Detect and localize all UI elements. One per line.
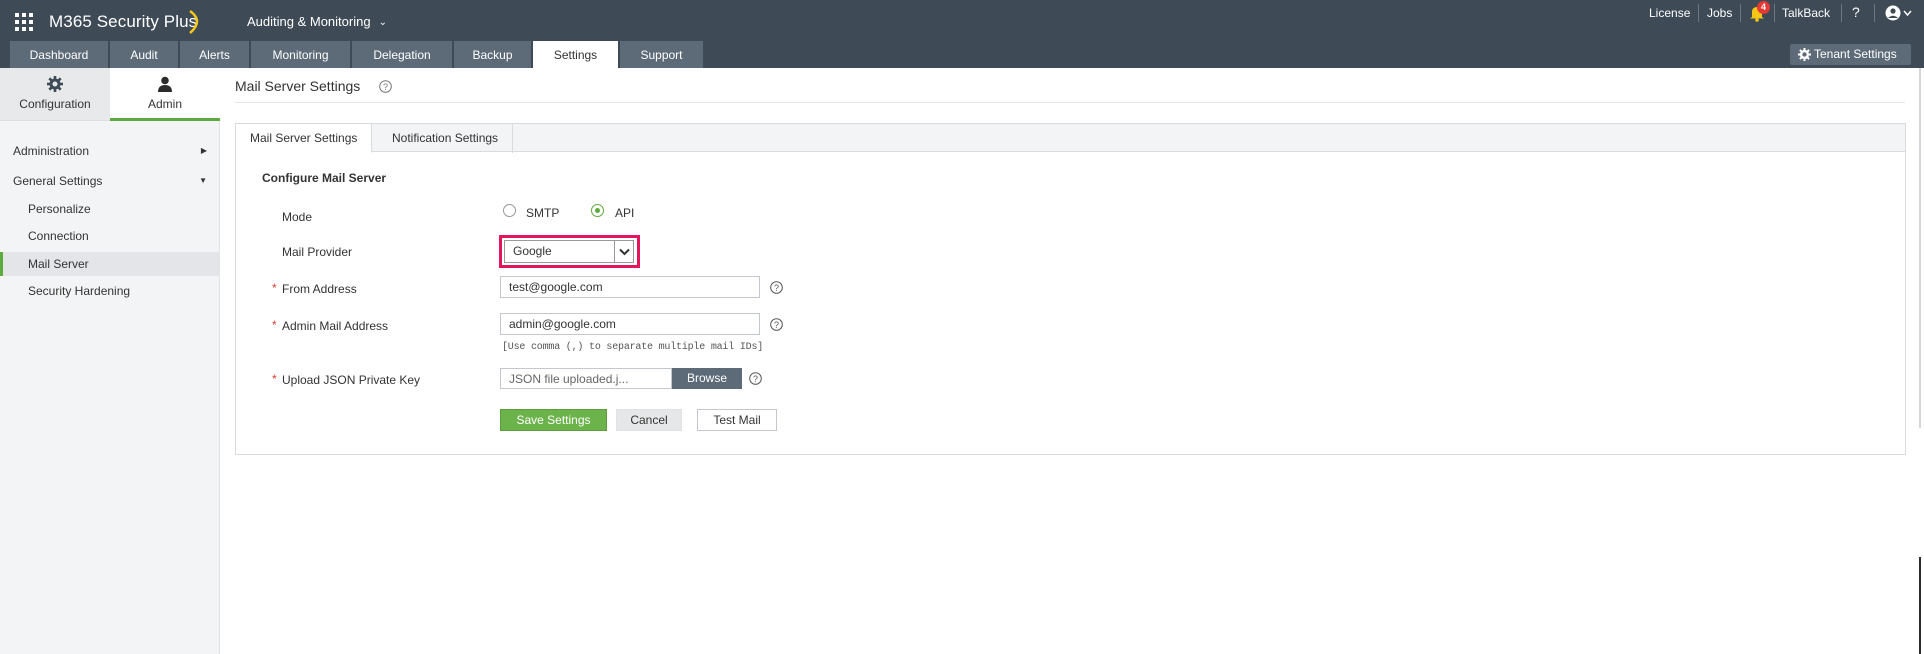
from-address-label: From Address (282, 282, 357, 296)
apps-grid-icon[interactable] (14, 12, 34, 32)
section-title: Configure Mail Server (262, 171, 387, 185)
chevron-down-icon: ⌄ (378, 17, 387, 28)
required-asterisk: * (272, 281, 277, 295)
save-settings-button[interactable]: Save Settings (500, 409, 607, 431)
mode-smtp-label: SMTP (526, 206, 560, 220)
tab-notification-settings[interactable]: Notification Settings (378, 124, 514, 153)
tab-mail-server-settings[interactable]: Mail Server Settings (236, 124, 373, 153)
admin-mail-hint: [Use comma (,) to separate multiple mail… (502, 342, 764, 353)
browse-button[interactable]: Browse (672, 368, 742, 389)
sidebar: Configuration Admin Administration ▶ Gen… (0, 68, 220, 654)
chevron-down-icon (619, 248, 630, 256)
mode-api-label: API (615, 206, 635, 220)
sidebar-item-label: Personalize (28, 202, 91, 216)
nav-tab-dashboard[interactable]: Dashboard (10, 41, 109, 68)
sidebar-tab-admin-label: Admin (147, 97, 182, 111)
jobs-link[interactable]: Jobs (1707, 6, 1732, 20)
sidebar-item-label: General Settings (13, 174, 103, 188)
gear-icon (1798, 48, 1811, 61)
sidebar-item-personalize[interactable]: Personalize (0, 197, 219, 221)
mode-api-radio[interactable] (591, 204, 604, 217)
divider (1841, 4, 1842, 22)
sidebar-item-mail-server[interactable]: Mail Server (0, 252, 219, 276)
page-title: Mail Server Settings (235, 78, 361, 94)
panel-tab-bar: Mail Server Settings Notification Settin… (236, 124, 1905, 153)
help-icon[interactable]: ? (770, 318, 783, 331)
sidebar-item-security-hardening[interactable]: Security Hardening (0, 279, 219, 303)
required-asterisk: * (272, 372, 277, 386)
sidebar-item-label: Connection (28, 229, 89, 243)
mode-label: Mode (282, 210, 313, 224)
module-selector[interactable]: Auditing & Monitoring ⌄ (247, 14, 387, 29)
mail-provider-select[interactable]: Google (504, 240, 619, 263)
test-mail-button[interactable]: Test Mail (697, 409, 777, 431)
mail-server-panel: Mail Server Settings Notification Settin… (235, 123, 1906, 455)
gear-icon (47, 76, 63, 92)
divider (1874, 4, 1875, 22)
sidebar-item-label: Security Hardening (28, 284, 131, 298)
admin-mail-input[interactable] (500, 313, 760, 335)
sidebar-item-connection[interactable]: Connection (0, 224, 219, 248)
nav-tab-delegation[interactable]: Delegation (352, 41, 453, 68)
module-selector-label: Auditing & Monitoring (247, 14, 371, 29)
nav-tab-monitoring[interactable]: Monitoring (251, 41, 351, 68)
notification-count-badge: 4 (1757, 1, 1770, 14)
divider (235, 102, 1905, 103)
user-icon[interactable] (1885, 5, 1913, 21)
mail-provider-label: Mail Provider (282, 245, 353, 259)
cancel-button[interactable]: Cancel (616, 409, 682, 431)
scrollbar-thumb[interactable] (1919, 557, 1921, 654)
nav-tab-alerts[interactable]: Alerts (180, 41, 250, 68)
divider (1740, 4, 1741, 22)
from-address-input[interactable] (500, 276, 760, 298)
sidebar-item-general-settings[interactable]: General Settings ▼ (0, 169, 219, 193)
logo-arc-icon (189, 9, 199, 34)
talkback-link[interactable]: TalkBack (1782, 6, 1830, 20)
sidebar-tab-admin[interactable]: Admin (110, 68, 220, 121)
json-key-file-field[interactable] (500, 368, 672, 389)
help-icon[interactable]: ? (379, 80, 392, 93)
divider (1698, 4, 1699, 22)
top-bar: M365 Security Plus Auditing & Monitoring… (0, 0, 1924, 41)
divider (1774, 4, 1775, 22)
sidebar-item-administration[interactable]: Administration ▶ (0, 139, 219, 163)
chevron-down-icon: ▼ (199, 176, 207, 185)
nav-tab-audit[interactable]: Audit (110, 41, 179, 68)
sidebar-item-label: Administration (13, 144, 90, 158)
svg-text:?: ? (774, 283, 779, 293)
required-asterisk: * (272, 318, 277, 332)
admin-mail-label: Admin Mail Address (282, 319, 389, 333)
tenant-settings-label: Tenant Settings (1814, 47, 1897, 61)
chevron-right-icon: ▶ (200, 146, 207, 155)
nav-tab-support[interactable]: Support (620, 41, 704, 68)
sidebar-item-label: Mail Server (28, 257, 89, 271)
mode-smtp-radio[interactable] (503, 204, 516, 217)
nav-tab-settings[interactable]: Settings (533, 41, 619, 68)
admin-user-icon (158, 76, 172, 92)
svg-text:?: ? (383, 82, 388, 92)
help-link[interactable]: ? (1852, 4, 1860, 20)
tenant-settings-button[interactable]: Tenant Settings (1790, 44, 1911, 65)
mail-provider-dropdown-toggle[interactable] (614, 240, 634, 263)
svg-text:?: ? (753, 374, 758, 384)
help-icon[interactable]: ? (749, 372, 762, 385)
license-link[interactable]: License (1649, 6, 1690, 20)
app-title: M365 Security Plus (49, 12, 198, 31)
svg-text:?: ? (774, 320, 779, 330)
help-icon[interactable]: ? (770, 281, 783, 294)
main-nav: Dashboard Audit Alerts Monitoring Delega… (0, 41, 1924, 68)
sidebar-tab-configuration-label: Configuration (19, 97, 91, 111)
sidebar-tab-configuration[interactable]: Configuration (0, 68, 110, 121)
scrollbar-track[interactable] (1919, 68, 1921, 428)
json-key-label: Upload JSON Private Key (282, 373, 421, 387)
nav-tab-backup[interactable]: Backup (454, 41, 532, 68)
